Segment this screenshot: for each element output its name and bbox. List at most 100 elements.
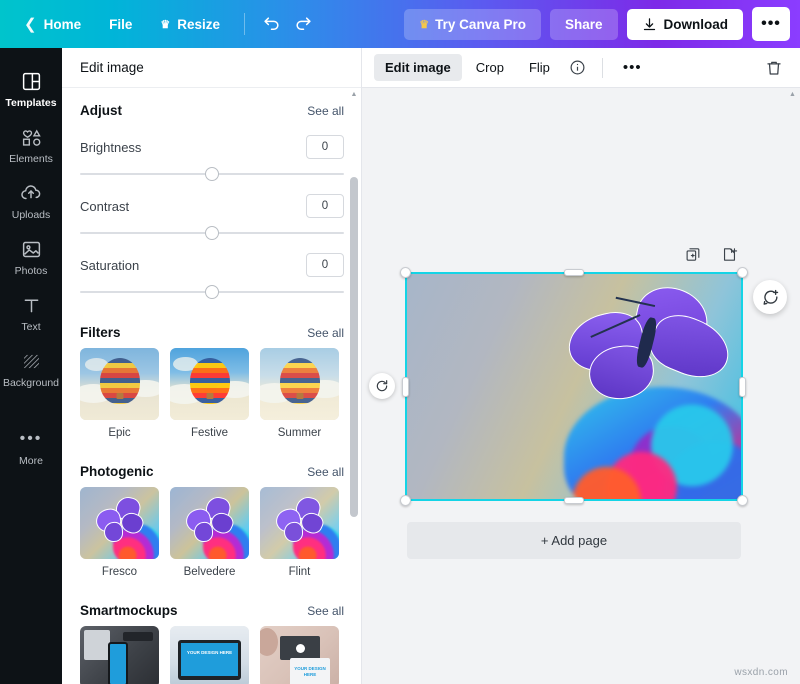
photogenic-item-flint[interactable]: Flint <box>260 487 339 579</box>
panel-scroll-content: Adjust See all Brightness 0 Contrast 0 S… <box>62 89 362 684</box>
undo-button[interactable] <box>255 8 287 40</box>
sidebar-label-photos: Photos <box>14 265 48 277</box>
mockup-thumbnail-phone[interactable] <box>80 626 159 684</box>
sidebar-label-templates: Templates <box>5 97 57 109</box>
sidebar-item-uploads[interactable]: Uploads <box>0 172 62 228</box>
filter-item-festive[interactable]: Festive <box>170 348 249 440</box>
add-comment-button[interactable] <box>753 280 787 314</box>
canvas-scroll-up-arrow-icon[interactable]: ▲ <box>789 91 796 98</box>
panel-scrollbar-thumb[interactable] <box>350 177 358 517</box>
mockup-caption: YOUR DESIGN HERE <box>186 650 233 655</box>
edit-image-panel: Edit image Adjust See all Brightness 0 C… <box>62 48 362 684</box>
saturation-value-input[interactable]: 0 <box>306 253 344 277</box>
templates-icon <box>21 69 42 93</box>
contrast-slider[interactable] <box>80 222 344 244</box>
saturation-slider[interactable] <box>80 281 344 303</box>
adjust-see-all-link[interactable]: See all <box>307 104 344 118</box>
uploads-icon <box>20 181 42 205</box>
add-page-button[interactable]: + Add page <box>407 522 741 559</box>
sidebar-item-text[interactable]: Text <box>0 284 62 340</box>
home-button[interactable]: ❮ Home <box>10 8 95 40</box>
smartmockups-thumbnail-row: YOUR DESIGN HERE YOUR DESIGN HERE <box>80 626 344 684</box>
mockup-thumbnail-stationery[interactable]: YOUR DESIGN HERE <box>260 626 339 684</box>
contrast-value-input[interactable]: 0 <box>306 194 344 218</box>
photogenic-thumbnail-row: Fresco Belvedere Flint <box>80 487 344 579</box>
brightness-slider[interactable] <box>80 163 344 185</box>
filter-thumbnail[interactable] <box>80 348 159 420</box>
butterfly-graphic <box>561 280 741 410</box>
sidebar-item-photos[interactable]: Photos <box>0 228 62 284</box>
slider-knob[interactable] <box>205 285 219 299</box>
brightness-value-input[interactable]: 0 <box>306 135 344 159</box>
tab-flip[interactable]: Flip <box>518 54 561 81</box>
rotate-button[interactable] <box>369 373 395 399</box>
photogenic-item-fresco[interactable]: Fresco <box>80 487 159 579</box>
panel-scrollbar[interactable]: ▲ <box>350 89 358 684</box>
left-rail: Templates Elements Uploads Photos Text B… <box>0 48 62 684</box>
mockup-item-phone[interactable] <box>80 626 159 684</box>
canvas-area[interactable]: + Add page ▲ wsxdn.com <box>362 88 800 684</box>
mockup-thumbnail-laptop[interactable]: YOUR DESIGN HERE <box>170 626 249 684</box>
sidebar-label-more: More <box>19 455 43 467</box>
sidebar-item-background[interactable]: Background <box>0 340 62 396</box>
duplicate-page-icon[interactable] <box>683 244 703 264</box>
slider-knob[interactable] <box>205 226 219 240</box>
redo-button[interactable] <box>287 8 319 40</box>
download-button[interactable]: Download <box>626 8 743 40</box>
adjust-title: Adjust <box>80 103 122 118</box>
scroll-up-arrow-icon[interactable]: ▲ <box>350 91 358 99</box>
photogenic-thumbnail[interactable] <box>170 487 249 559</box>
resize-handle-bottom-right[interactable] <box>737 495 748 506</box>
contrast-control: Contrast 0 <box>80 194 344 244</box>
filter-thumbnail[interactable] <box>170 348 249 420</box>
sidebar-item-elements[interactable]: Elements <box>0 116 62 172</box>
try-canva-pro-button[interactable]: ♛ Try Canva Pro <box>404 8 541 40</box>
design-page[interactable] <box>407 274 741 499</box>
page-action-icons <box>683 244 739 264</box>
toolbar-divider <box>601 57 603 78</box>
tab-edit-image[interactable]: Edit image <box>374 54 462 81</box>
filter-thumbnail[interactable] <box>260 348 339 420</box>
filter-item-epic[interactable]: Epic <box>80 348 159 440</box>
filters-see-all-link[interactable]: See all <box>307 326 344 340</box>
resize-handle-top-left[interactable] <box>400 267 411 278</box>
photogenic-item-belvedere[interactable]: Belvedere <box>170 487 249 579</box>
top-bar-right-group: ♛ Try Canva Pro Share Download ••• <box>404 7 790 41</box>
tab-crop[interactable]: Crop <box>465 54 515 81</box>
saturation-control: Saturation 0 <box>80 253 344 303</box>
canva-editor-window: ❮ Home File ♛ Resize ♛ Try Canva Pro Sha… <box>0 0 800 684</box>
share-button[interactable]: Share <box>549 8 618 40</box>
info-button[interactable] <box>564 54 592 82</box>
resize-handle-top-center[interactable] <box>564 269 584 276</box>
mockup-item-stationery[interactable]: YOUR DESIGN HERE <box>260 626 339 684</box>
photogenic-thumbnail[interactable] <box>260 487 339 559</box>
smartmockups-see-all-link[interactable]: See all <box>307 604 344 618</box>
resize-handle-middle-left[interactable] <box>402 377 409 397</box>
resize-handle-bottom-center[interactable] <box>564 497 584 504</box>
more-icon: ••• <box>19 430 43 447</box>
sidebar-item-more[interactable]: ••• More <box>0 418 62 474</box>
photogenic-thumbnail[interactable] <box>80 487 159 559</box>
resize-handle-bottom-left[interactable] <box>400 495 411 506</box>
mockup-item-laptop[interactable]: YOUR DESIGN HERE <box>170 626 249 684</box>
rotate-icon <box>376 380 388 392</box>
resize-button[interactable]: ♛ Resize <box>146 10 234 39</box>
resize-handle-top-right[interactable] <box>737 267 748 278</box>
add-page-icon[interactable] <box>719 244 739 264</box>
top-more-label: ••• <box>761 15 781 32</box>
delete-button[interactable] <box>760 54 788 82</box>
slider-knob[interactable] <box>205 167 219 181</box>
adjust-section-header: Adjust See all <box>80 89 344 126</box>
canvas-scrollbar[interactable]: ▲ <box>788 88 798 684</box>
try-pro-label: Try Canva Pro <box>435 16 526 32</box>
crown-icon: ♛ <box>419 18 430 31</box>
element-more-button[interactable]: ••• <box>613 54 652 82</box>
top-more-button[interactable]: ••• <box>752 7 790 41</box>
resize-handle-middle-right[interactable] <box>739 377 746 397</box>
photogenic-see-all-link[interactable]: See all <box>307 465 344 479</box>
filter-item-summer[interactable]: Summer <box>260 348 339 440</box>
info-circle-icon <box>570 60 585 75</box>
file-menu-button[interactable]: File <box>95 10 146 39</box>
brightness-label: Brightness <box>80 139 142 155</box>
sidebar-item-templates[interactable]: Templates <box>0 60 62 116</box>
